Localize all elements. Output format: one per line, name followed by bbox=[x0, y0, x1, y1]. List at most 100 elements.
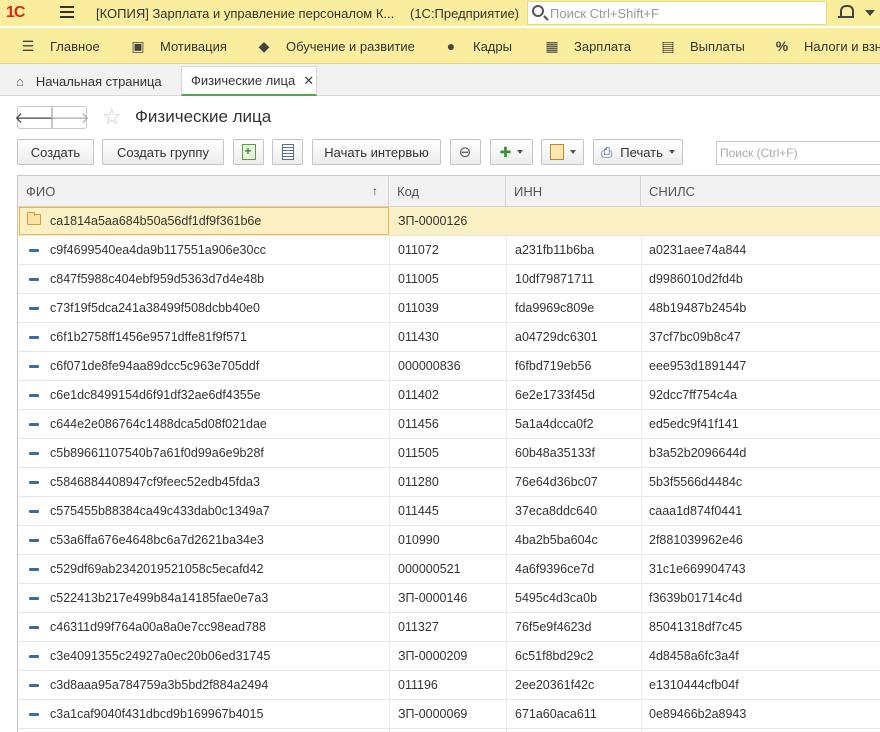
create-based-on-button[interactable]: ✚ bbox=[490, 139, 533, 165]
cell-snils: 48b19487b2454b bbox=[649, 301, 747, 315]
section-hr[interactable]: ● Кадры bbox=[443, 38, 512, 54]
graduation-cap-icon: ◆ bbox=[258, 38, 270, 54]
cell-code: 011456 bbox=[398, 417, 439, 431]
favorite-star-icon[interactable]: ☆ bbox=[102, 104, 122, 130]
table-row[interactable]: c3d8aaa95a784759a3b5bd2f884a2494 011196 2e… bbox=[18, 671, 880, 700]
section-label: Зарплата bbox=[574, 39, 631, 54]
table-row[interactable]: c9f4699540ea4da9b117551a906e30cc 011072 a2… bbox=[18, 236, 880, 265]
table-row[interactable]: c575455b88384ca49c433dab0c1349a7 011445 37… bbox=[18, 497, 880, 526]
cell-snils: d9986010d2fd4b bbox=[649, 272, 743, 286]
create-button[interactable]: Создать bbox=[17, 139, 94, 165]
main-menu-icon[interactable] bbox=[60, 6, 74, 18]
column-header-inn[interactable]: ИНН bbox=[506, 176, 641, 207]
cell-code: ЗП-0000126 bbox=[398, 214, 468, 228]
item-icon bbox=[29, 626, 39, 629]
section-payments[interactable]: ▤ Выплаты bbox=[660, 38, 745, 55]
cell-inn: a231fb11b6ba bbox=[515, 243, 595, 257]
section-taxes[interactable]: % Налоги и взн bbox=[774, 38, 880, 54]
cell-code: 010990 bbox=[398, 533, 440, 547]
list-search-input[interactable]: Поиск (Ctrl+F) bbox=[716, 141, 880, 165]
cell-code: 011280 bbox=[398, 475, 439, 489]
cell-code: 011072 bbox=[398, 243, 439, 257]
create-group-button-label: Создать группу bbox=[117, 144, 209, 160]
percent-icon: % bbox=[775, 38, 789, 54]
global-search-input[interactable]: Поиск Ctrl+Shift+F bbox=[527, 1, 827, 25]
app-subtitle: (1С:Предприятие) bbox=[410, 6, 520, 21]
start-interview-button[interactable]: Начать интервью bbox=[312, 139, 441, 165]
table-row[interactable]: c5b89661107540b7a61f0d99a6e9b28f 011505 60… bbox=[18, 439, 880, 468]
cell-snils: 0e89466b2a8943 bbox=[649, 707, 747, 721]
item-icon bbox=[29, 568, 39, 571]
cell-fio: ca1814a5aa684b50a56df1df9f361b6e bbox=[50, 214, 262, 228]
table-row[interactable]: c6f1b2758ff1456e9571dffe81f9f571 011430 a0… bbox=[18, 323, 880, 352]
cell-code: 011402 bbox=[398, 388, 439, 402]
item-icon bbox=[29, 597, 39, 600]
print-button-label: Печать bbox=[620, 144, 663, 160]
table-row-group[interactable]: ca1814a5aa684b50a56df1df9f361b6e ЗП-00001… bbox=[18, 207, 880, 236]
table-row[interactable]: c6f071de8fe94aa89dcc5c963e705ddf 00000083… bbox=[18, 352, 880, 381]
section-training[interactable]: ◆ Обучение и развитие bbox=[256, 38, 415, 55]
cell-fio: c644e2e086764c1488dca5d08f021dae bbox=[50, 417, 267, 431]
section-motivation[interactable]: ▣ Мотивация bbox=[130, 38, 227, 55]
column-header-fio[interactable]: ФИО ↑ bbox=[18, 176, 389, 207]
print-button[interactable]: ⎙ Печать bbox=[593, 139, 683, 165]
column-header-label: СНИЛС bbox=[649, 184, 696, 199]
table-row[interactable]: c6e1dc8499154d6f91df32ae6df4355e 011402 6e… bbox=[18, 381, 880, 410]
table-header: ФИО ↑ Код ИНН СНИЛС bbox=[18, 176, 880, 207]
bell-icon[interactable] bbox=[838, 5, 854, 19]
section-salary[interactable]: ▦ Зарплата bbox=[544, 38, 631, 55]
list-settings-button[interactable] bbox=[272, 139, 303, 165]
table-row[interactable]: c847f5988c404ebf959d5363d7d4e48b 011005 10… bbox=[18, 265, 880, 294]
table-row[interactable]: c5846884408947cf9feec52edb45fda3 011280 76… bbox=[18, 468, 880, 497]
tab-home[interactable]: ⌂ Начальная страница bbox=[0, 66, 177, 96]
chevron-down-icon[interactable] bbox=[865, 10, 875, 16]
table-row[interactable]: c3e4091355c24927a0ec20b06ed31745 ЗП-00002… bbox=[18, 642, 880, 671]
section-label: Обучение и развитие bbox=[286, 39, 415, 54]
dropdown-arrow-icon bbox=[569, 150, 576, 154]
table-row[interactable]: c46311d99f764a00a8a0e7cc98ead788 011327 76… bbox=[18, 613, 880, 642]
reports-button[interactable] bbox=[541, 139, 584, 165]
column-header-snils[interactable]: СНИЛС bbox=[641, 176, 880, 207]
item-icon bbox=[29, 394, 39, 397]
cell-inn: 76e64d36bc07 bbox=[515, 475, 598, 489]
table-row[interactable]: c522413b217e499b84a14185fae0e7a3 ЗП-00001… bbox=[18, 584, 880, 613]
tab-home-label: Начальная страница bbox=[35, 73, 162, 89]
cell-snils: 85041318df7c45 bbox=[649, 620, 743, 634]
forward-button[interactable]: 🡒 bbox=[49, 106, 90, 129]
cell-fio: c847f5988c404ebf959d5363d7d4e48b bbox=[50, 272, 265, 286]
cell-snils: a0231aee74a844 bbox=[649, 243, 747, 257]
arrow-right-icon: 🡒 bbox=[49, 110, 90, 127]
table-row[interactable]: c53a6ffa676e4648bc6a7d2621ba34e3 010990 4b… bbox=[18, 526, 880, 555]
create-group-button[interactable]: Создать группу bbox=[102, 139, 224, 165]
app-logo: 1С bbox=[6, 4, 25, 21]
item-icon bbox=[29, 249, 39, 252]
cell-inn: 5495c4d3ca0b bbox=[515, 591, 598, 605]
table-row[interactable]: c644e2e086764c1488dca5d08f021dae 011456 5a… bbox=[18, 410, 880, 439]
sections-panel: ☰ Главное ▣ Мотивация ◆ Обучение и разви… bbox=[0, 28, 880, 64]
table-row[interactable]: c529df69ab2342019521058c5ecafd42 00000052… bbox=[18, 555, 880, 584]
table-row[interactable]: c73f19f5dca241a38499f508dcbb40e0 011039 fd… bbox=[18, 294, 880, 323]
add-copy-button[interactable] bbox=[233, 139, 264, 165]
tab-individuals-label: Физические лица bbox=[191, 73, 296, 88]
cell-inn: 4ba2b5ba604c bbox=[515, 533, 598, 547]
item-icon bbox=[29, 365, 39, 368]
section-main[interactable]: ☰ Главное bbox=[20, 38, 100, 55]
column-header-label: ФИО bbox=[26, 184, 56, 199]
back-button[interactable]: 🡐 bbox=[14, 106, 55, 129]
coins-icon: ▤ bbox=[661, 38, 675, 54]
attach-files-button[interactable]: ⊘ bbox=[450, 139, 481, 165]
calculator-icon: ▦ bbox=[545, 38, 559, 54]
cell-inn: 671a60aca611 bbox=[515, 707, 597, 721]
printer-icon: ⎙ bbox=[601, 143, 613, 160]
close-icon[interactable]: ✕ bbox=[303, 73, 314, 89]
tab-individuals[interactable]: Физические лица ✕ bbox=[181, 66, 317, 96]
column-header-code[interactable]: Код bbox=[389, 176, 506, 207]
table-row[interactable]: c3a1caf9040f431dbcd9b169967b4015 ЗП-00000… bbox=[18, 700, 880, 729]
individuals-table[interactable]: ФИО ↑ Код ИНН СНИЛС ca1814a5aa684b50a56d… bbox=[17, 175, 880, 732]
cell-inn: 6e2e1733f45d bbox=[515, 388, 595, 402]
cell-inn: 76f5e9f4623d bbox=[515, 620, 592, 634]
cell-code: 011039 bbox=[398, 301, 439, 315]
cell-snils: 5b3f5566d4484c bbox=[649, 475, 743, 489]
cell-snils: f3639b01714c4d bbox=[649, 591, 743, 605]
cell-inn: 60b48a35133f bbox=[515, 446, 595, 460]
